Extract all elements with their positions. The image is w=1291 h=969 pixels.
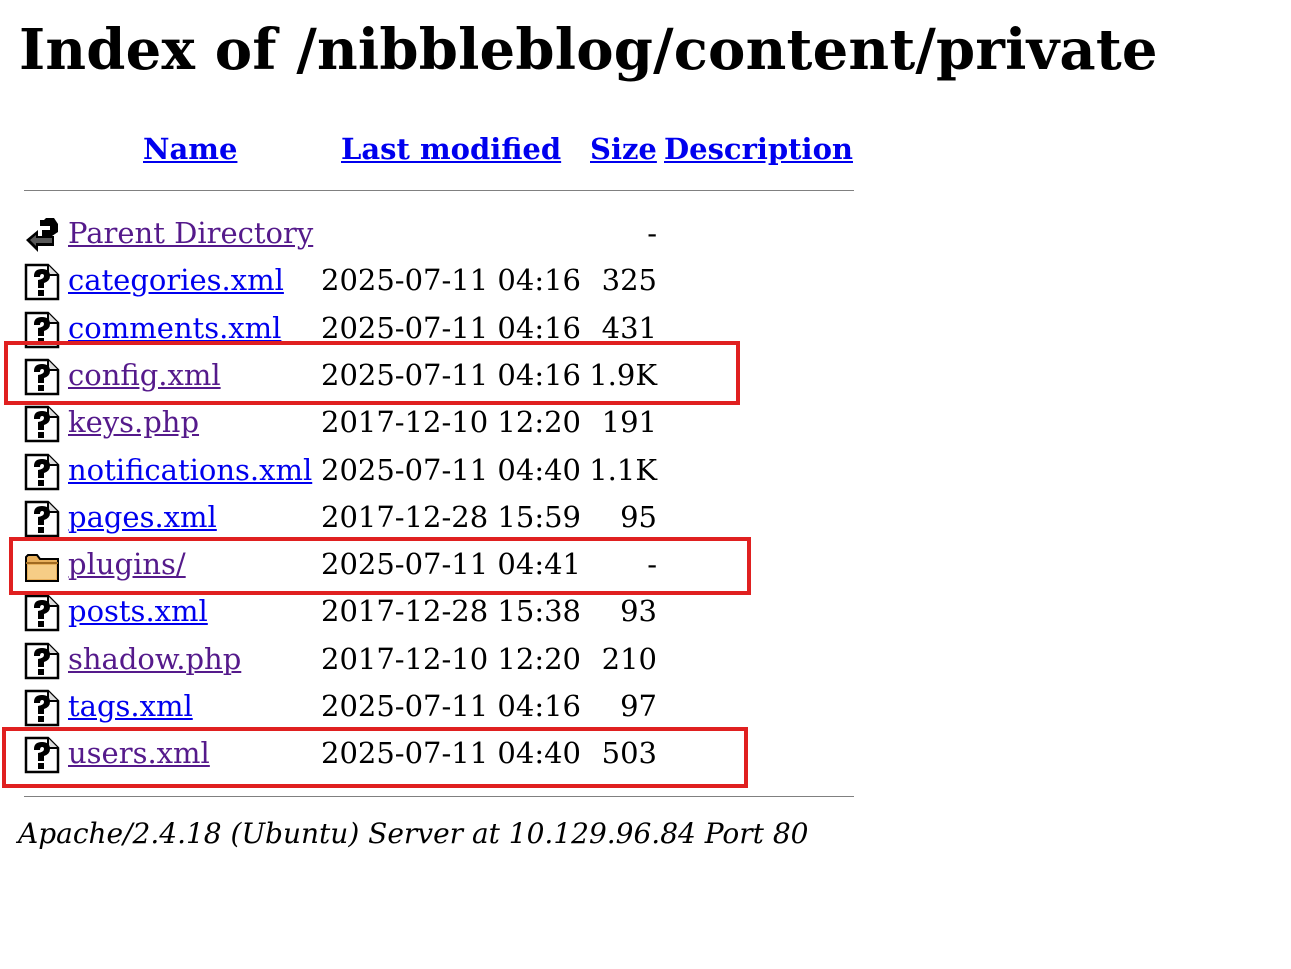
unknown-file-icon[interactable] [24, 453, 60, 491]
unknown-file-icon[interactable] [24, 405, 60, 443]
sort-by-description-link[interactable]: Description [664, 131, 853, 167]
file-link[interactable]: pages.xml [68, 499, 217, 535]
file-size: 191 [601, 405, 657, 440]
unknown-file-icon[interactable] [24, 263, 60, 301]
table-row: pages.xml 2017-12-28 15:59 95 [0, 495, 860, 542]
footer-divider [24, 796, 854, 797]
back-icon[interactable] [24, 216, 60, 254]
file-size: 97 [620, 689, 657, 723]
sort-by-name-link[interactable]: Name [143, 131, 237, 167]
table-row: shadow.php 2017-12-10 12:20 210 [0, 637, 860, 684]
sort-by-last-modified-link[interactable]: Last modified [341, 131, 561, 167]
table-row: posts.xml 2017-12-28 15:38 93 [0, 589, 860, 636]
file-link[interactable]: notifications.xml [68, 452, 312, 488]
last-modified: 2017-12-10 12:20 [321, 641, 581, 676]
last-modified: 2025-07-11 04:16 [321, 263, 581, 298]
file-size: 325 [601, 263, 657, 298]
unknown-file-icon[interactable] [24, 642, 60, 680]
table-row: keys.php 2017-12-10 12:20 191 [0, 400, 860, 447]
file-link[interactable]: shadow.php [68, 641, 241, 677]
last-modified: 2025-07-11 04:40 [321, 452, 581, 487]
last-modified: 2017-12-28 15:38 [321, 594, 581, 629]
file-size: - [647, 216, 657, 250]
unknown-file-icon[interactable] [24, 594, 60, 632]
last-modified: 2017-12-28 15:59 [321, 499, 581, 534]
file-size: 210 [601, 641, 657, 676]
sort-by-size-link[interactable]: Size [590, 131, 657, 167]
highlight-box-config [4, 341, 740, 405]
unknown-file-icon[interactable] [24, 689, 60, 727]
file-size: 1.1K [589, 452, 657, 487]
highlight-box-plugins [9, 537, 751, 595]
table-row: Parent Directory - [0, 211, 860, 258]
table-row: categories.xml 2025-07-11 04:16 325 [0, 258, 860, 305]
last-modified: 2017-12-10 12:20 [321, 405, 581, 440]
file-link[interactable]: posts.xml [68, 593, 208, 629]
file-size: 93 [620, 594, 657, 629]
highlight-box-users [2, 727, 748, 788]
parent-directory-link[interactable]: Parent Directory [68, 215, 313, 251]
server-signature: Apache/2.4.18 (Ubuntu) Server at 10.129.… [18, 817, 809, 850]
file-link[interactable]: categories.xml [68, 262, 284, 298]
page-title: Index of /nibbleblog/content/private [19, 17, 1158, 83]
file-size: 95 [620, 499, 657, 534]
table-row: notifications.xml 2025-07-11 04:40 1.1K [0, 448, 860, 495]
file-link[interactable]: tags.xml [68, 688, 193, 724]
last-modified: 2025-07-11 04:16 [321, 689, 581, 723]
unknown-file-icon[interactable] [24, 500, 60, 538]
file-link[interactable]: keys.php [68, 404, 199, 440]
table-row: tags.xml 2025-07-11 04:16 97 [0, 684, 860, 731]
header-divider [24, 190, 854, 191]
